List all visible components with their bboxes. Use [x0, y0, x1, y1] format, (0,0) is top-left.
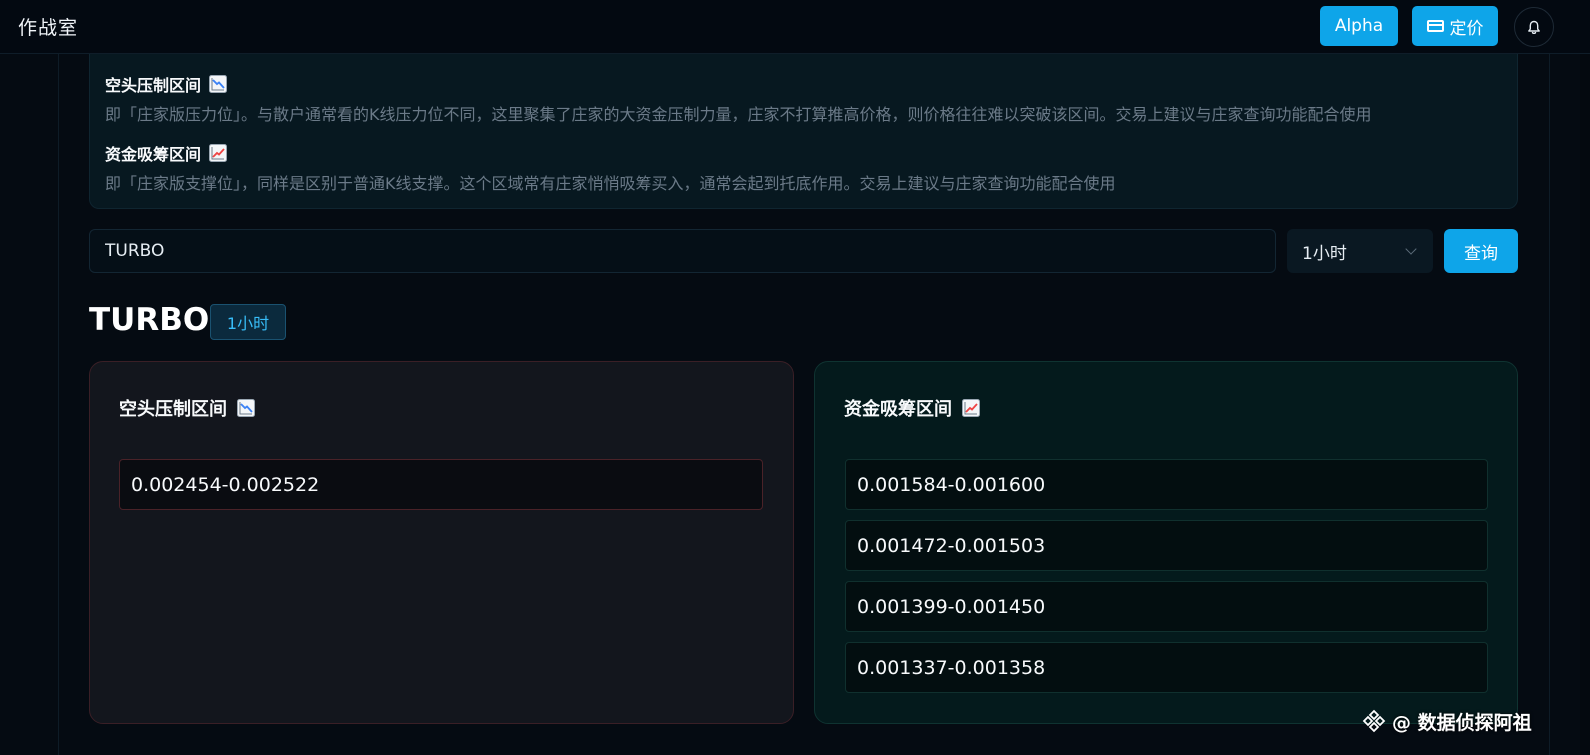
watermark-text: @ 数据侦探阿祖 — [1392, 711, 1532, 734]
left-divider — [58, 54, 59, 755]
interval-select[interactable]: 1小时 — [1287, 229, 1433, 273]
alpha-button-label: Alpha — [1334, 16, 1384, 36]
legend-box: 空头压制区间 即「庄家版压力位」。与散户通常看的K线压力位不同，这里聚集了庄家的… — [89, 54, 1518, 209]
legend-short-description: 即「庄家版压力位」。与散户通常看的K线压力位不同，这里聚集了庄家的大资金压制力量… — [105, 105, 1372, 124]
watermark: @ 数据侦探阿祖 — [1362, 706, 1532, 736]
app-title: 作战室 — [18, 17, 79, 39]
legend-short-title-text: 空头压制区间 — [105, 76, 202, 95]
short-pressure-panel: 空头压制区间 0.002454-0.002522 — [89, 361, 794, 724]
legend-short-title: 空头压制区间 — [105, 72, 228, 96]
binance-logo-icon — [1362, 709, 1386, 733]
short-panel-title: 空头压制区间 — [119, 395, 255, 421]
long-panel-title-text: 资金吸筹区间 — [844, 399, 952, 420]
top-bar: 作战室 Alpha 定价 — [0, 0, 1590, 54]
scrollbar-track[interactable] — [1580, 54, 1590, 755]
interval-select-value: 1小时 — [1302, 243, 1347, 264]
alpha-button[interactable]: Alpha — [1320, 6, 1398, 46]
short-range-row: 0.002454-0.002522 — [119, 459, 763, 510]
long-range-row: 0.001399-0.001450 — [845, 581, 1488, 632]
long-range-row: 0.001472-0.001503 — [845, 520, 1488, 571]
chart-decreasing-icon — [237, 399, 255, 417]
chevron-down-icon — [1405, 243, 1417, 255]
query-button[interactable]: 查询 — [1444, 229, 1518, 273]
pricing-button-label: 定价 — [1449, 18, 1484, 39]
credit-card-icon — [1426, 20, 1444, 32]
legend-long-title: 资金吸筹区间 — [105, 141, 228, 165]
pricing-button[interactable]: 定价 — [1412, 6, 1498, 46]
accumulation-panel: 资金吸筹区间 0.001584-0.001600 0.001472-0.0015… — [814, 361, 1518, 724]
legend-long-description: 即「庄家版支撑位」，同样是区别于普通K线支撑。这个区域常有庄家悄悄吸筹买入，通常… — [105, 174, 1116, 193]
chart-increasing-icon — [962, 399, 980, 417]
bell-icon — [1528, 20, 1540, 34]
long-panel-title: 资金吸筹区间 — [844, 395, 980, 421]
interval-badge: 1小时 — [210, 304, 286, 340]
result-symbol-title: TURBO — [89, 302, 210, 338]
query-button-label: 查询 — [1464, 243, 1498, 264]
chart-increasing-icon — [209, 144, 228, 162]
legend-long-title-text: 资金吸筹区间 — [105, 145, 202, 164]
right-divider — [1549, 54, 1550, 755]
notifications-button[interactable] — [1514, 7, 1554, 47]
long-range-row: 0.001337-0.001358 — [845, 642, 1488, 693]
chart-decreasing-icon — [209, 75, 228, 93]
long-range-row: 0.001584-0.001600 — [845, 459, 1488, 510]
short-panel-title-text: 空头压制区间 — [119, 399, 227, 420]
symbol-search-input[interactable] — [89, 229, 1276, 273]
